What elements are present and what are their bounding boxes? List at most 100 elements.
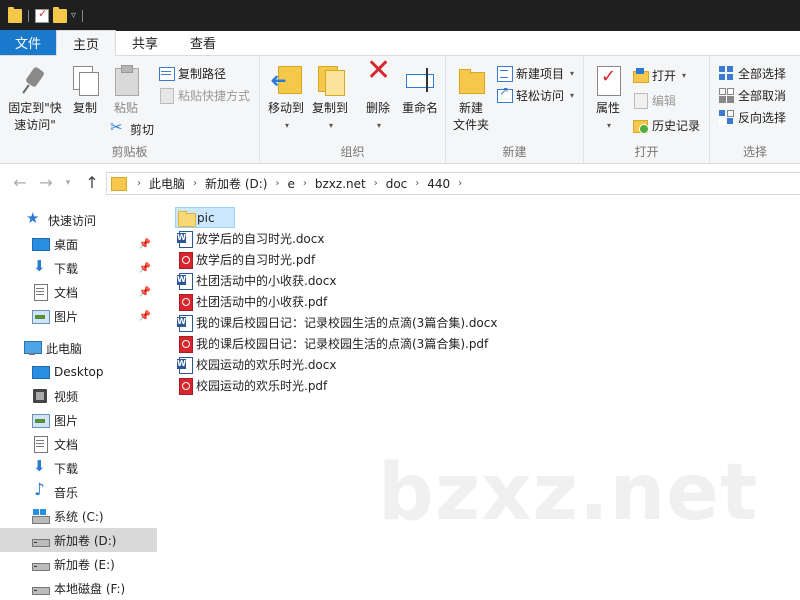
copy-path-button[interactable]: 复制路径 bbox=[158, 62, 226, 84]
nav-pc-pictures[interactable]: 图片 bbox=[0, 408, 157, 432]
list-item[interactable]: 我的课后校园日记：记录校园生活的点滴(3篇合集).pdf bbox=[175, 333, 492, 354]
open-icon bbox=[632, 67, 649, 83]
list-item[interactable]: 放学后的自习时光.pdf bbox=[175, 249, 319, 270]
chevron-right-icon[interactable]: › bbox=[372, 178, 380, 189]
move-to-button[interactable]: 移动到 ▾ bbox=[264, 64, 308, 134]
list-item[interactable]: 社团活动中的小收获.pdf bbox=[175, 291, 331, 312]
paste-shortcut-button[interactable]: 粘贴快捷方式 bbox=[158, 84, 250, 106]
watermark: bzxz.net bbox=[378, 448, 759, 538]
invert-selection-button[interactable]: 反向选择 bbox=[718, 106, 786, 128]
cut-button[interactable]: 剪切 bbox=[110, 118, 154, 140]
properties-button[interactable]: 属性 ▾ bbox=[590, 64, 626, 134]
nav-drive-c[interactable]: 系统 (C:) bbox=[0, 504, 157, 528]
rename-button[interactable]: 重命名 bbox=[398, 64, 442, 117]
select-all-button[interactable]: 全部选择 bbox=[718, 62, 786, 84]
nav-pc-documents[interactable]: 文档 bbox=[0, 432, 157, 456]
chevron-right-icon[interactable]: › bbox=[273, 178, 281, 189]
document-icon bbox=[32, 284, 48, 301]
separator bbox=[82, 9, 84, 22]
breadcrumb-bzxz[interactable]: bzxz.net bbox=[309, 177, 372, 191]
nav-this-pc[interactable]: 此电脑 bbox=[0, 336, 157, 360]
up-arrow-icon[interactable]: ↑ bbox=[82, 173, 102, 193]
nav-qa-downloads[interactable]: 下载 📌 bbox=[0, 256, 157, 280]
file-name: pic bbox=[197, 210, 215, 225]
back-arrow-icon[interactable]: ← bbox=[10, 173, 30, 193]
chevron-down-icon[interactable]: ▿ bbox=[71, 10, 76, 21]
breadcrumb-doc[interactable]: doc bbox=[380, 177, 414, 191]
list-item[interactable]: pic bbox=[175, 207, 235, 228]
nav-drive-e[interactable]: 新加卷 (E:) bbox=[0, 552, 157, 576]
nav-drive-d[interactable]: 新加卷 (D:) bbox=[0, 528, 157, 552]
nav-label: 快速访问 bbox=[48, 213, 97, 228]
pin-to-quick-access-button[interactable]: 固定到"快 速访问" bbox=[4, 64, 66, 134]
forward-arrow-icon[interactable]: → bbox=[36, 173, 56, 193]
chevron-right-icon[interactable]: › bbox=[191, 178, 199, 189]
delete-button[interactable]: 删除 ▾ bbox=[360, 62, 396, 134]
open-group: 属性 ▾ 打开 ▾ 编辑 历史记录 打开 bbox=[584, 56, 710, 164]
nav-quick-access[interactable]: 快速访问 bbox=[0, 208, 157, 232]
list-item[interactable]: 社团活动中的小收获.docx bbox=[175, 270, 340, 291]
breadcrumb-440[interactable]: 440 bbox=[421, 177, 456, 191]
move-to-icon bbox=[270, 64, 302, 96]
edit-button[interactable]: 编辑 bbox=[632, 89, 676, 111]
nav-label: 下载 bbox=[54, 261, 79, 276]
nav-qa-pictures[interactable]: 图片 📌 bbox=[0, 304, 157, 328]
chevron-right-icon[interactable]: › bbox=[301, 178, 309, 189]
pin-icon: 📌 bbox=[138, 262, 151, 274]
edit-label: 编辑 bbox=[652, 93, 677, 108]
copy-path-label: 复制路径 bbox=[178, 66, 227, 81]
open-button[interactable]: 打开 ▾ bbox=[632, 64, 686, 86]
cut-label: 剪切 bbox=[130, 122, 155, 137]
copy-to-button[interactable]: 复制到 ▾ bbox=[308, 64, 352, 134]
new-folder-icon bbox=[455, 64, 487, 96]
select-group-label: 选择 bbox=[742, 145, 767, 159]
document-icon bbox=[32, 436, 48, 453]
list-item[interactable]: 放学后的自习时光.docx bbox=[175, 228, 328, 249]
tab-view[interactable]: 查看 bbox=[174, 30, 232, 55]
breadcrumb-drive-d[interactable]: 新加卷 (D:) bbox=[199, 175, 273, 192]
new-folder-button[interactable]: 新建 文件夹 bbox=[450, 64, 492, 134]
chevron-right-icon[interactable]: › bbox=[456, 178, 464, 189]
tab-share[interactable]: 共享 bbox=[116, 30, 174, 55]
paste-shortcut-icon bbox=[158, 87, 174, 104]
breadcrumb-this-pc[interactable]: 此电脑 bbox=[143, 175, 191, 192]
clipboard-group-label: 剪贴板 bbox=[111, 145, 148, 159]
tab-home[interactable]: 主页 bbox=[56, 30, 117, 56]
new-item-button[interactable]: 新建项目 ▾ bbox=[496, 62, 574, 84]
nav-drive-f[interactable]: 本地磁盘 (F:) bbox=[0, 576, 157, 600]
address-bar-row: ← → ▾ ↑ › 此电脑 › 新加卷 (D:) › e › bzxz.net … bbox=[0, 165, 800, 201]
nav-pc-downloads[interactable]: 下载 bbox=[0, 456, 157, 480]
easy-access-button[interactable]: 轻松访问 ▾ bbox=[496, 84, 574, 106]
nav-pc-desktop[interactable]: Desktop bbox=[0, 360, 157, 384]
copy-button[interactable]: 复制 bbox=[66, 64, 104, 117]
file-name: 校园运动的欢乐时光.pdf bbox=[196, 379, 328, 393]
copy-to-label: 复制到 bbox=[311, 101, 348, 115]
pdf-document-icon bbox=[177, 293, 193, 311]
select-none-icon bbox=[718, 87, 734, 103]
list-item[interactable]: 校园运动的欢乐时光.pdf bbox=[175, 375, 331, 396]
breadcrumb-e[interactable]: e bbox=[281, 177, 300, 191]
select-none-button[interactable]: 全部取消 bbox=[718, 84, 786, 106]
file-name: 社团活动中的小收获.pdf bbox=[196, 295, 328, 309]
chevron-right-icon[interactable]: › bbox=[413, 178, 421, 189]
nav-pc-music[interactable]: 音乐 bbox=[0, 480, 157, 504]
folder-icon bbox=[111, 176, 127, 191]
chevron-right-icon[interactable]: › bbox=[135, 178, 143, 189]
address-bar[interactable]: › 此电脑 › 新加卷 (D:) › e › bzxz.net › doc › … bbox=[106, 172, 800, 195]
nav-qa-desktop[interactable]: 桌面 📌 bbox=[0, 232, 157, 256]
history-button[interactable]: 历史记录 bbox=[632, 114, 700, 136]
list-item[interactable]: 我的课后校园日记：记录校园生活的点滴(3篇合集).docx bbox=[175, 312, 501, 333]
new-folder-quick-icon[interactable] bbox=[53, 6, 67, 23]
nav-label: 桌面 bbox=[54, 237, 79, 252]
list-item[interactable]: 校园运动的欢乐时光.docx bbox=[175, 354, 340, 375]
nav-label: 文档 bbox=[54, 437, 79, 452]
paste-button[interactable]: 粘贴 bbox=[106, 64, 146, 117]
properties-quick-icon[interactable] bbox=[35, 7, 49, 23]
chevron-down-icon: ▾ bbox=[606, 121, 611, 130]
nav-qa-documents[interactable]: 文档 📌 bbox=[0, 280, 157, 304]
recent-locations-chevron-icon[interactable]: ▾ bbox=[58, 173, 78, 193]
word-document-icon bbox=[177, 314, 193, 332]
tab-file[interactable]: 文件 bbox=[0, 30, 56, 55]
nav-pc-videos[interactable]: 视频 bbox=[0, 384, 157, 408]
chevron-down-icon: ▾ bbox=[328, 121, 333, 130]
